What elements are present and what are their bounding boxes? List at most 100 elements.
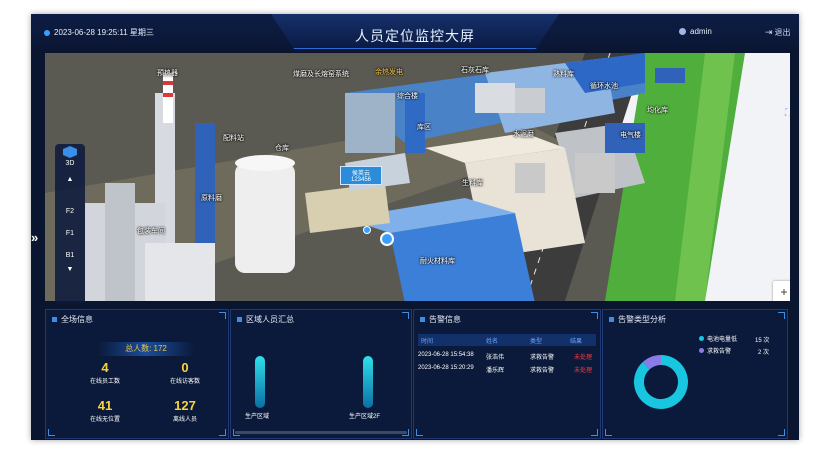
stat-label: 在线员工数 — [89, 379, 120, 385]
logout-label: 退出 — [774, 28, 791, 37]
legend-label: 求救告警 — [707, 349, 732, 355]
map-label[interactable]: 余热发电 — [375, 67, 403, 77]
floor-3d[interactable]: 3D — [55, 160, 85, 167]
person-location-pin[interactable] — [363, 226, 371, 234]
corner-decoration — [402, 312, 409, 319]
alarm-name: 张浩伟 — [486, 355, 505, 361]
column-header[interactable]: 结果 — [570, 336, 582, 345]
stat-offline: 127 离线人员 — [150, 398, 220, 423]
stat-value: 0 — [181, 360, 189, 375]
floor-f1[interactable]: F1 — [55, 230, 85, 237]
panel-title-text: 区域人员汇总 — [246, 315, 294, 324]
alarm-result: 未处理 — [574, 368, 593, 374]
alarm-donut-chart[interactable] — [631, 352, 691, 412]
column-header[interactable]: 类型 — [530, 336, 542, 345]
zoom-in-button[interactable]: + — [773, 281, 790, 301]
panel-bullet-icon — [237, 317, 242, 322]
map-label[interactable]: 包装车间 — [137, 226, 165, 236]
floor-b1[interactable]: B1 — [55, 252, 85, 259]
panel-title: 告警类型分析 — [609, 314, 666, 325]
title-plate: 人员定位监控大屏 — [271, 14, 559, 49]
map-label[interactable]: 均化库 — [647, 105, 668, 115]
panel-title-text: 告警类型分析 — [618, 315, 666, 324]
map-label[interactable]: 煤磨及长熔窑系统 — [293, 69, 349, 79]
factory-3d-map[interactable]: 预热器 煤磨及长熔窑系统 余热发电 综合楼 石灰石库 熟料库 循环水池 均化库 … — [45, 53, 790, 301]
donut-slice[interactable] — [642, 355, 662, 370]
stat-value: 127 — [174, 398, 196, 413]
person-marker-card[interactable]: 侯英云 123456 — [340, 166, 382, 185]
clock-icon — [44, 29, 50, 36]
screen-frame: 2023-06-28 19:25:11 星期三 人员定位监控大屏 admin ⇥… — [31, 14, 799, 440]
map-label[interactable]: 石灰石库 — [461, 65, 489, 75]
cube-icon — [63, 146, 77, 158]
corner-decoration — [416, 429, 423, 436]
legend-count: 15 次 — [755, 338, 770, 344]
username: admin — [690, 27, 712, 36]
zoom-control: + − — [773, 281, 790, 301]
header: 2023-06-28 19:25:11 星期三 人员定位监控大屏 admin ⇥… — [31, 14, 799, 50]
donut-slice[interactable] — [634, 355, 688, 409]
stat-value: 41 — [97, 398, 113, 413]
panel-bullet-icon — [609, 317, 614, 322]
legend-label: 电池电量低 — [707, 337, 738, 343]
legend-count: 2 次 — [758, 350, 770, 356]
expand-panel-icon[interactable]: » — [31, 230, 38, 245]
column-header[interactable]: 时间 — [421, 336, 433, 345]
map-label[interactable]: 电气楼 — [620, 130, 641, 140]
person-location-pin[interactable] — [380, 232, 394, 246]
alarm-type: 求救告警 — [530, 355, 555, 361]
legend-item[interactable]: 求救告警 — [699, 346, 731, 355]
stat-label: 在线访客数 — [169, 379, 200, 385]
page-title: 人员定位监控大屏 — [355, 28, 475, 44]
table-row[interactable]: 2023-06-28 15:20:29 潘乐辉 求救告警 未处理 — [418, 363, 596, 375]
map-label[interactable]: 熟料库 — [553, 69, 574, 79]
area-summary-panel: 区域人员汇总 生产区域 生产区域2F — [230, 309, 412, 439]
horizontal-scrollbar[interactable] — [235, 431, 407, 434]
map-label[interactable]: 预热器 — [157, 68, 178, 78]
datetime: 2023-06-28 19:25:11 星期三 — [44, 27, 154, 38]
total-people: 总人数: 172 — [98, 342, 194, 356]
site-info-panel: 全场信息 总人数: 172 4 在线员工数 0 在线访客数 41 在线无位置 1… — [45, 309, 229, 439]
corner-decoration — [591, 312, 598, 319]
user-menu[interactable]: admin — [679, 27, 712, 36]
logout-icon: ⇥ — [765, 27, 773, 37]
stat-online-visitors: 0 在线访客数 — [150, 360, 220, 385]
floor-f2[interactable]: F2 — [55, 208, 85, 215]
alarm-info-panel: 告警信息 时间 姓名 类型 结果 2023-06-28 15:54:38 张浩伟… — [413, 309, 601, 439]
map-label[interactable]: 生料库 — [462, 178, 483, 188]
corner-decoration — [48, 429, 55, 436]
panel-title: 全场信息 — [52, 314, 93, 325]
table-row[interactable]: 2023-06-28 15:54:38 张浩伟 求救告警 未处理 — [418, 350, 596, 362]
alarm-time: 2023-06-28 15:20:29 — [418, 365, 474, 371]
panel-title-text: 告警信息 — [429, 315, 461, 324]
map-label[interactable]: 循环水池 — [590, 81, 618, 91]
panel-title: 区域人员汇总 — [237, 314, 294, 325]
column-header[interactable]: 姓名 — [486, 336, 498, 345]
floor-up-icon[interactable]: ▲ — [55, 176, 85, 183]
panel-bullet-icon — [420, 317, 425, 322]
floor-switcher: 3D ▲ F2 F1 B1 ▼ — [55, 144, 85, 304]
legend-item[interactable]: 电池电量低 — [699, 334, 737, 343]
area-bar[interactable] — [255, 356, 265, 408]
corner-decoration — [605, 429, 612, 436]
area-bar[interactable] — [363, 356, 373, 408]
map-label[interactable]: 耐火材料库 — [420, 256, 455, 266]
alarm-name: 潘乐辉 — [486, 368, 505, 374]
stat-label: 离线人员 — [172, 417, 197, 423]
map-label[interactable]: 综合楼 — [397, 91, 418, 101]
alarm-table-header: 时间 姓名 类型 结果 — [418, 334, 596, 346]
map-label[interactable]: 库区 — [417, 122, 431, 132]
map-label[interactable]: 仓库 — [275, 143, 289, 153]
alarm-type-panel: 告警类型分析 电池电量低 15 次 求救告警 2 次 — [602, 309, 788, 439]
map-label[interactable]: 水泥磨 — [513, 129, 534, 139]
alarm-type: 求救告警 — [530, 368, 555, 374]
map-label[interactable]: 原料磨 — [201, 193, 222, 203]
legend-dot — [699, 348, 704, 353]
logout-button[interactable]: ⇥ 退出 — [765, 27, 791, 38]
person-id: 123456 — [350, 177, 372, 183]
legend-dot — [699, 336, 704, 341]
map-label[interactable]: 配料站 — [223, 133, 244, 143]
fullscreen-icon[interactable]: ⛶ — [785, 108, 790, 119]
stat-no-location: 41 在线无位置 — [70, 398, 140, 423]
floor-down-icon[interactable]: ▼ — [55, 266, 85, 273]
